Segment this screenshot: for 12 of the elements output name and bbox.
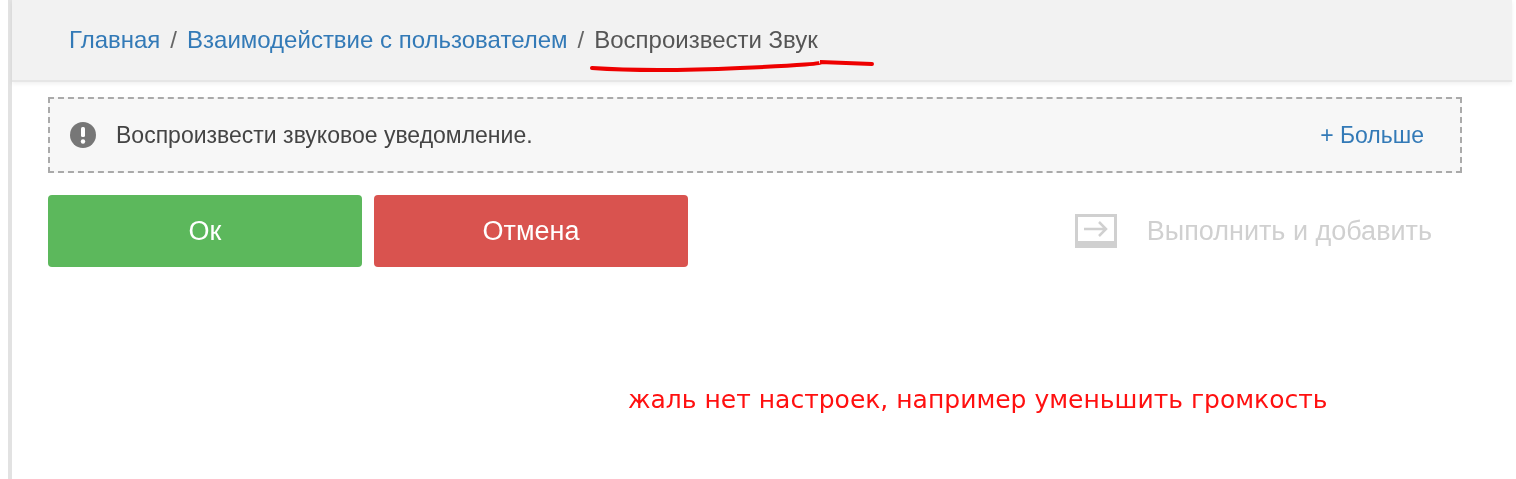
enter-icon bbox=[1074, 214, 1117, 248]
notice-text: Воспроизвести звуковое уведомление. bbox=[116, 121, 534, 149]
ok-button[interactable]: Ок bbox=[48, 195, 362, 267]
breadcrumb-separator: / bbox=[577, 26, 585, 54]
breadcrumb-link[interactable]: Воспроизвести Звук bbox=[594, 26, 818, 54]
breadcrumb-link[interactable]: Главная bbox=[69, 26, 161, 54]
more-link[interactable]: + Больше bbox=[1320, 121, 1424, 149]
annotation-text: жаль нет настроек, например уменьшить громкость bbox=[628, 385, 1329, 414]
cancel-button[interactable]: Отмена bbox=[374, 195, 688, 267]
breadcrumb-link[interactable]: Взаимодействие с пользователем bbox=[187, 26, 568, 54]
breadcrumb-separator: / bbox=[170, 26, 178, 54]
exclamation-icon bbox=[70, 122, 96, 148]
